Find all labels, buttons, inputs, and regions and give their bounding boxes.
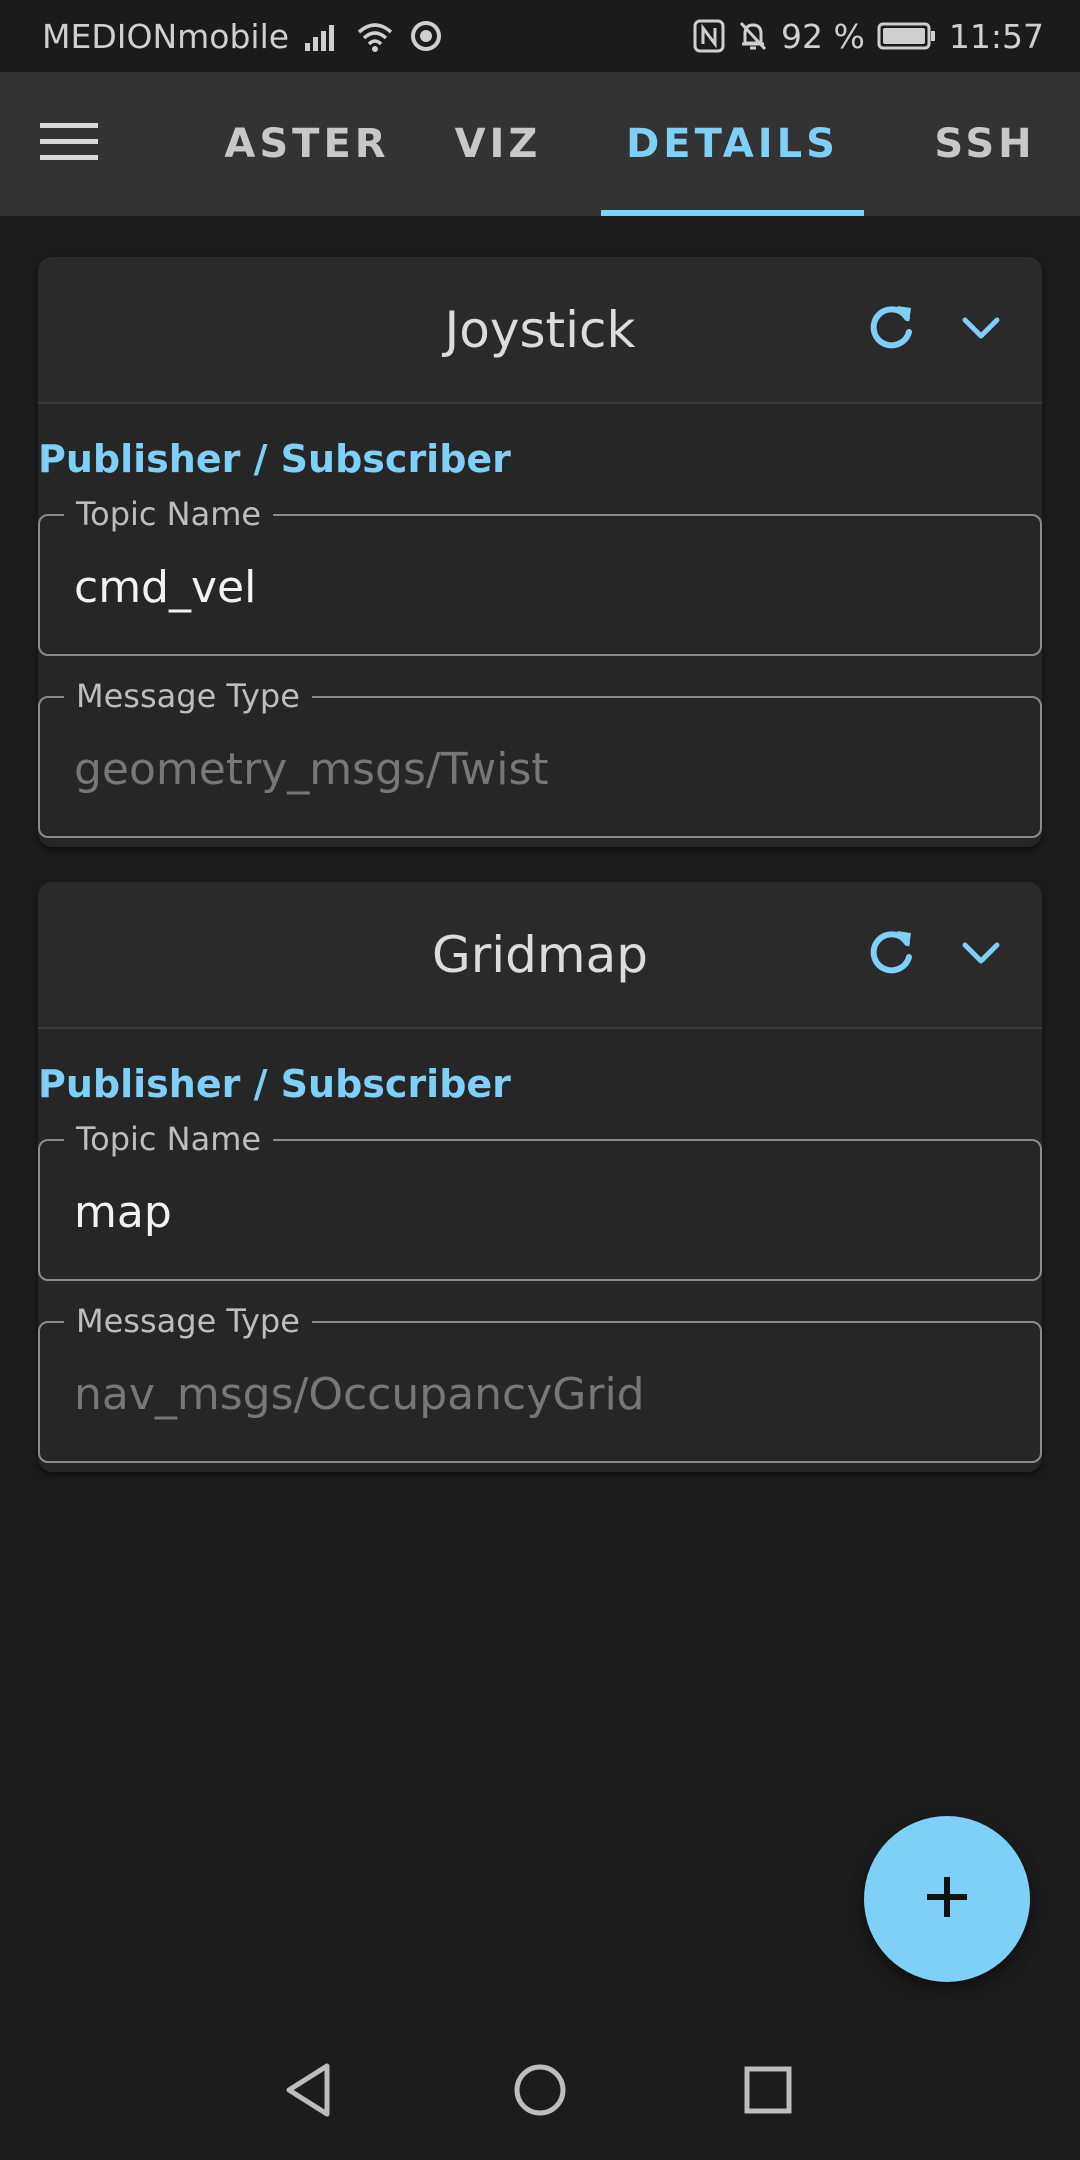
field-value: nav_msgs/OccupancyGrid xyxy=(74,1369,645,1420)
app-bar: ASTER VIZ DETAILS SSH xyxy=(0,72,1080,216)
field-label: Message Type xyxy=(64,676,312,716)
topic-name-field[interactable]: Topic Name map xyxy=(38,1119,1042,1281)
card-header: Joystick xyxy=(38,257,1042,404)
section-label: Publisher / Subscriber xyxy=(38,437,511,481)
card-header: Gridmap xyxy=(38,882,1042,1029)
field-label: Topic Name xyxy=(64,494,274,534)
carrier-name: MEDIONmobile xyxy=(42,16,290,56)
back-triangle-icon xyxy=(283,2062,333,2122)
widget-card-joystick: Joystick Publisher / Subscriber Topic Na… xyxy=(38,257,1042,847)
field-value: cmd_vel xyxy=(74,562,257,613)
home-circle-icon xyxy=(512,2062,568,2122)
chevron-down-icon xyxy=(959,314,1003,346)
field-label: Topic Name xyxy=(64,1119,274,1159)
status-bar: MEDIONmobile 92 % 11:57 xyxy=(0,0,1080,72)
sync-icon xyxy=(409,19,443,53)
tab-details[interactable]: DETAILS xyxy=(601,72,864,216)
field-value: geometry_msgs/Twist xyxy=(74,744,549,795)
system-navigation-bar xyxy=(0,2024,1080,2160)
tab-viz[interactable]: VIZ xyxy=(418,72,578,216)
tab-bar: ASTER VIZ DETAILS SSH xyxy=(200,72,1080,216)
chevron-down-icon xyxy=(959,939,1003,971)
field-label: Message Type xyxy=(64,1301,312,1341)
recents-button[interactable] xyxy=(728,2052,808,2132)
battery-percent: 92 % xyxy=(781,16,865,56)
refresh-button[interactable] xyxy=(856,920,926,990)
tab-ssh[interactable]: SSH xyxy=(900,72,1070,216)
plus-icon xyxy=(923,1873,971,1925)
refresh-icon xyxy=(863,925,919,985)
add-widget-button[interactable] xyxy=(864,1816,1030,1982)
status-left: MEDIONmobile xyxy=(42,17,443,56)
status-right: 92 % 11:57 xyxy=(693,17,1044,56)
expand-button[interactable] xyxy=(946,295,1016,365)
hamburger-menu-icon xyxy=(40,121,98,167)
message-type-field: Message Type geometry_msgs/Twist xyxy=(38,676,1042,838)
field-value: map xyxy=(74,1187,172,1238)
message-type-field: Message Type nav_msgs/OccupancyGrid xyxy=(38,1301,1042,1463)
refresh-button[interactable] xyxy=(856,295,926,365)
wifi-icon xyxy=(355,20,395,52)
expand-button[interactable] xyxy=(946,920,1016,990)
widget-card-gridmap: Gridmap Publisher / Subscriber Topic Nam… xyxy=(38,882,1042,1472)
home-button[interactable] xyxy=(500,2052,580,2132)
active-tab-indicator xyxy=(601,210,864,216)
menu-button[interactable] xyxy=(40,112,128,176)
refresh-icon xyxy=(863,300,919,360)
battery-icon xyxy=(877,21,937,51)
back-button[interactable] xyxy=(268,2052,348,2132)
bell-off-icon xyxy=(737,19,769,53)
nfc-icon xyxy=(693,19,725,53)
topic-name-field[interactable]: Topic Name cmd_vel xyxy=(38,494,1042,656)
section-label: Publisher / Subscriber xyxy=(38,1062,511,1106)
tab-master[interactable]: ASTER xyxy=(212,72,402,216)
clock: 11:57 xyxy=(948,16,1044,56)
signal-icon xyxy=(303,21,341,51)
recents-square-icon xyxy=(743,2065,793,2119)
